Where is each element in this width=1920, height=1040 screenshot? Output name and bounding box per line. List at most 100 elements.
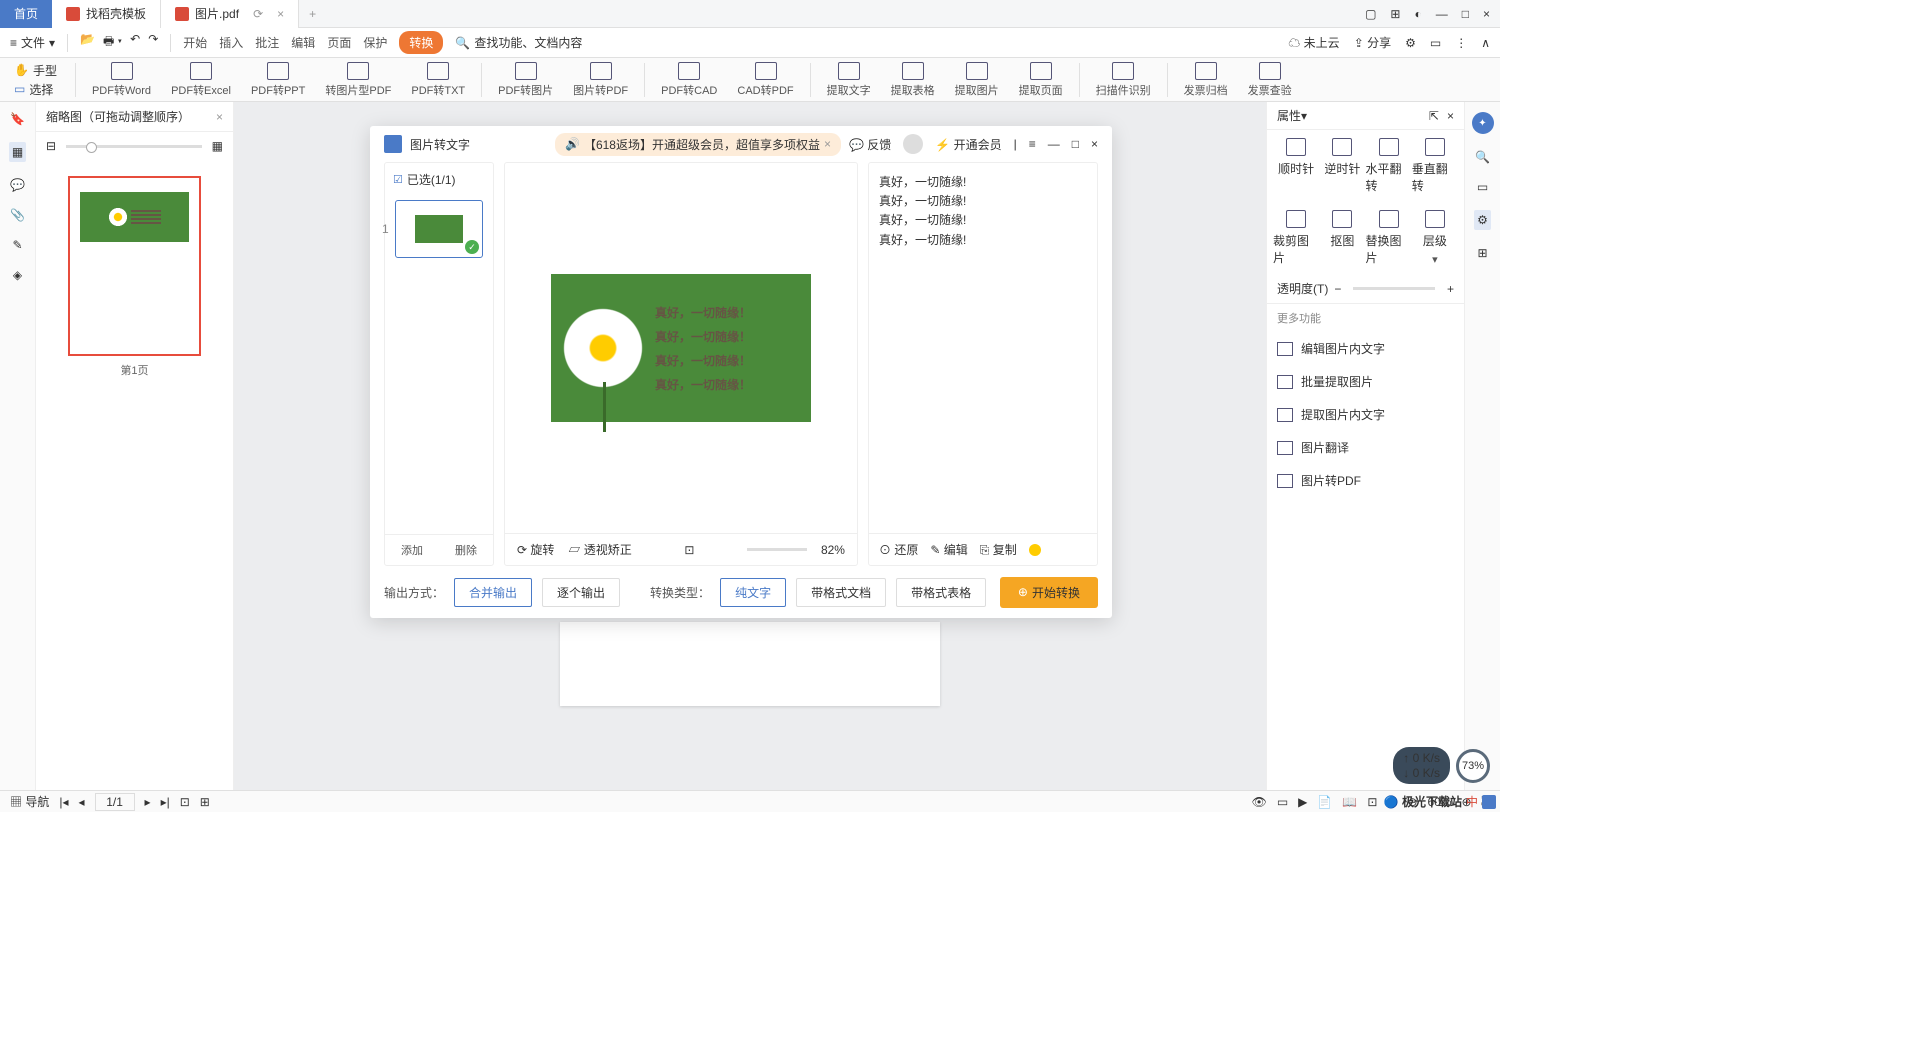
sb-play-icon[interactable]: ▶ (1298, 795, 1307, 809)
start-button[interactable]: ⊕ 开始转换 (1000, 577, 1098, 608)
pin-icon[interactable]: ⇱ (1429, 109, 1439, 123)
attach-icon[interactable]: 📎 (10, 208, 25, 222)
layers-icon[interactable]: ◈ (13, 268, 22, 282)
more-icon[interactable]: ⋮ (1455, 36, 1467, 50)
pct-ring[interactable]: 73% (1456, 749, 1490, 783)
bookmark-icon[interactable]: 🔖 (10, 112, 25, 126)
promo-close-icon[interactable]: × (824, 137, 831, 151)
sb-fit-icon[interactable]: ⊡ (1367, 795, 1377, 809)
zoom-slider[interactable] (747, 548, 807, 551)
opt-merge[interactable]: 合并输出 (454, 578, 532, 607)
tool-table[interactable]: 提取表格 (883, 62, 943, 98)
print-icon[interactable]: 🖶 ▾ (103, 32, 122, 53)
menu-protect[interactable]: 保护 (363, 34, 387, 51)
minimize-icon[interactable]: — (1436, 7, 1448, 21)
tool-pdf2img[interactable]: PDF转图片 (490, 62, 561, 98)
last-page[interactable]: ▸| (161, 795, 170, 809)
menu-convert[interactable]: 转换 (399, 31, 443, 54)
share-button[interactable]: ⇪ 分享 (1354, 34, 1391, 51)
gear-icon[interactable]: ⚙ (1405, 36, 1416, 50)
tool-img[interactable]: 提取图片 (947, 62, 1007, 98)
layer[interactable]: 层级 ▾ (1412, 210, 1458, 266)
open-icon[interactable]: 📂 (80, 32, 95, 53)
refresh-icon[interactable]: ⟳ (253, 7, 263, 21)
sb-eye-icon[interactable]: 👁 (1252, 795, 1267, 809)
tool-invoice-check[interactable]: 发票查验 (1240, 62, 1300, 98)
menu-edit[interactable]: 编辑 (291, 34, 315, 51)
batch-extract[interactable]: 批量提取图片 (1267, 365, 1464, 398)
close-panel-icon[interactable]: × (216, 110, 223, 124)
edit-img-text[interactable]: 编辑图片内文字 (1267, 332, 1464, 365)
tool-pages[interactable]: 提取页面 (1011, 62, 1071, 98)
dlg-min-icon[interactable]: — (1048, 137, 1060, 151)
extract-text[interactable]: 提取图片内文字 (1267, 398, 1464, 431)
opt-text[interactable]: 纯文字 (720, 578, 786, 607)
first-page[interactable]: |◂ (59, 795, 68, 809)
avatar[interactable] (903, 134, 923, 154)
rotate-ccw[interactable]: 逆时针 (1319, 138, 1365, 194)
flip-v[interactable]: 垂直翻转 (1412, 138, 1458, 194)
opacity-plus[interactable]: + (1447, 282, 1454, 296)
assist-icon[interactable]: ✦ (1472, 112, 1494, 134)
opt-each[interactable]: 逐个输出 (542, 578, 620, 607)
search-input[interactable]: 🔍 查找功能、文档内容 (455, 34, 582, 51)
dlg-max-icon[interactable]: □ (1072, 137, 1079, 151)
dlg-close-icon[interactable]: × (1091, 137, 1098, 151)
rotate-button[interactable]: ⟳ 旋转 (517, 541, 554, 558)
menu-comment[interactable]: 批注 (255, 34, 279, 51)
cutout[interactable]: 抠图 (1319, 210, 1365, 266)
opt-table[interactable]: 带格式表格 (896, 578, 986, 607)
nav-toggle[interactable]: ▦ 导航 (10, 793, 49, 810)
comment-icon[interactable]: 💬 (10, 178, 25, 192)
delete-button[interactable]: 删除 (439, 535, 493, 565)
feedback-link[interactable]: 💬 反馈 (849, 136, 891, 153)
menu-page[interactable]: 页面 (327, 34, 351, 51)
chevron-icon[interactable]: ∧ (1481, 36, 1490, 50)
grid-view-icon[interactable]: ▦ (212, 139, 223, 153)
thumbnails-icon[interactable]: ▦ (9, 142, 26, 162)
ocr-text[interactable]: 真好，一切随缘! 真好，一切随缘! 真好，一切随缘! 真好，一切随缘! (869, 163, 1097, 533)
toolbox-icon[interactable]: ⊞ (1477, 246, 1487, 260)
select-mode[interactable]: ▭ 选择 (14, 81, 57, 98)
tray-icon[interactable] (1482, 795, 1496, 809)
user-icon[interactable]: ◐ (1414, 7, 1421, 21)
opacity-minus[interactable]: − (1334, 282, 1341, 296)
crop[interactable]: 裁剪图片 (1273, 210, 1319, 266)
tab-template[interactable]: 找稻壳模板 (52, 0, 161, 28)
restore-button[interactable]: ⊙ 还原 (879, 541, 918, 558)
perspective-button[interactable]: ▱ 透视矫正 (568, 541, 631, 558)
close-prop-icon[interactable]: × (1447, 109, 1454, 123)
flip-h[interactable]: 水平翻转 (1366, 138, 1412, 194)
selected-count[interactable]: ☑ 已选(1/1) (385, 163, 493, 196)
grid-icon[interactable]: ⊞ (1390, 7, 1400, 21)
menu-icon[interactable]: ≡ (1029, 137, 1036, 151)
copy-button[interactable]: ⎘ 复制 (980, 541, 1017, 558)
view1-icon[interactable]: ⊡ (180, 795, 190, 809)
layout-icon[interactable]: ▢ (1365, 7, 1376, 21)
cloud-status[interactable]: ☁ 未上云 (1288, 34, 1339, 51)
tool-pdf2excel[interactable]: PDF转Excel (163, 62, 239, 98)
thumb-zoom-slider[interactable] (66, 145, 202, 148)
search2-icon[interactable]: 🔍 (1475, 150, 1490, 164)
screen-icon[interactable]: ▭ (1430, 36, 1441, 50)
add-button[interactable]: 添加 (385, 535, 439, 565)
promo-banner[interactable]: 🔊【618返场】开通超级会员，超值享多项权益× (555, 133, 841, 156)
tool-invoice[interactable]: 发票归档 (1176, 62, 1236, 98)
undo-icon[interactable]: ↶ (130, 32, 140, 53)
tool-cad2pdf[interactable]: CAD转PDF (729, 62, 801, 98)
opacity-slider[interactable] (1353, 287, 1435, 290)
maximize-icon[interactable]: □ (1462, 7, 1469, 21)
next-page[interactable]: ▸ (145, 795, 151, 809)
file-menu[interactable]: ≡ 文件 ▾ (10, 34, 55, 51)
tool-pdf2cad[interactable]: PDF转CAD (653, 62, 725, 98)
speed-meter[interactable]: ↑ 0 K/s↓ 0 K/s (1393, 747, 1450, 784)
translate[interactable]: 图片翻译 (1267, 431, 1464, 464)
replace[interactable]: 替换图片 (1366, 210, 1412, 266)
edit-button[interactable]: ✎ 编辑 (930, 541, 967, 558)
redo-icon[interactable]: ↷ (148, 32, 158, 53)
tool-imgpdf[interactable]: 转图片型PDF (317, 62, 399, 98)
new-tab-button[interactable]: + (299, 7, 326, 21)
fit-icon[interactable]: ⊡ (684, 543, 694, 557)
sign-icon[interactable]: ✎ (12, 238, 22, 252)
page-input[interactable]: 1/1 (95, 793, 135, 811)
